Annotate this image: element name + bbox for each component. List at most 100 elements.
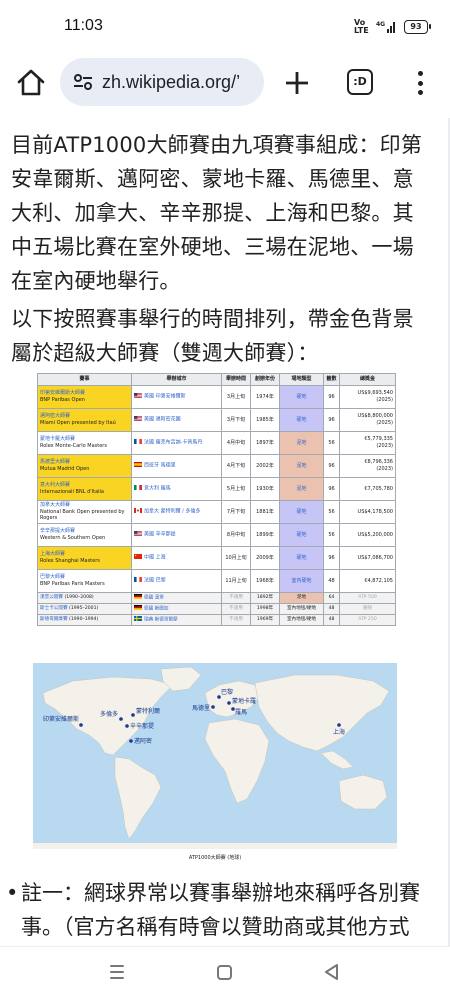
map-label[interactable]: 辛辛那提 (130, 722, 154, 730)
surface-cell[interactable]: 硬地 (279, 385, 324, 409)
surface-cell[interactable]: 硬地 (279, 523, 324, 547)
year-cell: 1969年 (250, 614, 280, 627)
surface-cell[interactable]: 泥地 (279, 431, 324, 455)
event-link[interactable]: 意大利大師賽 (40, 482, 129, 489)
prize-value: €4,872,105 (364, 577, 393, 584)
year-cell: 1985年 (250, 408, 280, 432)
surface-cell[interactable]: 硬地 (279, 500, 324, 524)
address-bar[interactable]: zh.wikipedia.org/’ (60, 58, 264, 106)
city-name: 美國 邁阿密花園 (144, 416, 181, 423)
event-link[interactable]: 辛辛那提大師賽 (40, 528, 129, 535)
recent-apps-icon[interactable] (110, 965, 124, 979)
header-city[interactable]: 舉辦城市 (131, 373, 222, 386)
header-event[interactable]: 賽事 (37, 373, 132, 386)
prize-cell: US$5,200,000 (339, 523, 396, 547)
prize-value: €7,705,780 (364, 485, 393, 492)
event-link[interactable]: 邁阿密大師賽 (40, 413, 129, 420)
table-row: 上海大師賽 Rolex Shanghai Masters 中國 上海 10月上旬 200… (37, 546, 396, 570)
city-cell[interactable]: 德國 漢堡 (131, 591, 222, 605)
header-month[interactable]: 舉辦時間 (221, 373, 251, 386)
city-cell[interactable]: 中國 上海 (131, 546, 222, 570)
surface-cell[interactable]: 硬地 (279, 546, 324, 570)
map-label[interactable]: 蒙特利爾 (136, 707, 160, 715)
article-paragraph: 以下按照賽事舉行的時間排列，帶金色背景屬於超級大師賽（雙週大師賽）： (11, 307, 414, 365)
surface-cell[interactable]: 泥地 (279, 477, 324, 501)
header-year[interactable]: 創辦年份 (250, 373, 280, 386)
flag-de-icon (134, 594, 142, 599)
month-cell: 10月上旬 (221, 546, 251, 570)
surface-cell[interactable]: 硬地 (279, 408, 324, 432)
more-menu-icon[interactable] (410, 68, 430, 98)
city-cell[interactable]: 西班牙 馬德里 (131, 454, 222, 478)
event-cell: 漢堡公開賽 (1990–2008) (37, 591, 132, 605)
surface-cell[interactable]: 泥地 (279, 454, 324, 478)
header-prize[interactable]: 總獎金 (339, 373, 396, 386)
map-label[interactable]: 多倫多 (100, 710, 118, 718)
event-link[interactable]: 蒙地卡羅大師賽 (40, 436, 129, 443)
city-name: 美國 印第安維爾斯 (144, 393, 186, 400)
back-icon[interactable] (323, 963, 341, 981)
tab-switcher-button[interactable]: :D (347, 69, 373, 95)
site-settings-icon[interactable] (72, 71, 94, 93)
header-surface[interactable]: 場地類型 (279, 373, 324, 386)
prize-value: US$7,086,700 (357, 554, 393, 561)
sponsor-name: Internazionali BNL d'Italia (40, 489, 104, 495)
draw-cell: 56 (323, 500, 340, 524)
map-label[interactable]: 上海 (333, 728, 345, 736)
table-row-former: 斯士卡公開賽 (1995–2001) 德國 斯圖加 不適用 1998年 室內地毯/硬地 4… (37, 603, 396, 616)
sponsor-name: BNP Paribas Open (40, 397, 85, 403)
event-link[interactable]: 漢堡公開賽 (40, 595, 63, 600)
city-cell[interactable]: 意大利 羅馬 (131, 477, 222, 501)
city-cell[interactable]: 法國 羅克布呂訥-卡普馬丹 (131, 431, 222, 455)
city-cell[interactable]: 美國 辛辛那提 (131, 523, 222, 547)
city-cell[interactable]: 美國 邁阿密花園 (131, 408, 222, 432)
map-label[interactable]: 羅馬 (235, 709, 247, 716)
surface-cell: 泥地 (279, 591, 324, 605)
event-years: (1990–2008) (64, 594, 94, 600)
table-row: 巴黎大師賽 BNP Paribas Paris Masters 法國 巴黎 11月上旬… (37, 569, 396, 593)
city-cell[interactable]: 美國 印第安維爾斯 (131, 385, 222, 409)
city-cell[interactable]: 德國 斯圖加 (131, 603, 222, 616)
city-cell[interactable]: 法國 巴黎 (131, 569, 222, 593)
map-label[interactable]: 印第安維爾斯 (43, 715, 79, 723)
prize-year: (2023) (376, 443, 393, 449)
draw-cell: 48 (323, 603, 340, 616)
flag-ca-icon (134, 508, 142, 514)
prize-cell: US$7,086,700 (339, 546, 396, 570)
draw-cell: 96 (323, 408, 340, 432)
city-cell[interactable]: 加拿大 蒙特利爾 / 多倫多 (131, 500, 222, 524)
event-link[interactable]: 斯德哥爾摩賽 (40, 617, 68, 622)
map-marker (129, 739, 133, 743)
surface-cell[interactable]: 室內硬地 (279, 569, 324, 593)
event-link[interactable]: 馬德里大師賽 (40, 459, 129, 466)
browser-toolbar: zh.wikipedia.org/’ :D (0, 56, 450, 112)
home-nav-icon[interactable] (217, 965, 232, 980)
map-label[interactable]: 蒙地卡羅 (232, 697, 256, 705)
city-cell[interactable]: 瑞典 斯德哥爾摩 (131, 614, 222, 627)
home-icon[interactable] (14, 66, 48, 100)
map-marker (131, 713, 135, 717)
flag-us-icon (134, 393, 142, 399)
map-label[interactable]: 馬德里 (192, 704, 210, 712)
event-link[interactable]: 斯士卡公開賽 (40, 606, 68, 611)
surface-cell: 室內地毯/硬地 (279, 614, 324, 627)
flag-us-icon (134, 416, 142, 422)
month-cell: 8月中旬 (221, 523, 251, 547)
event-link[interactable]: 加拿大大師賽 (40, 502, 129, 509)
month-cell: 3月下旬 (221, 408, 251, 432)
map-marker (79, 723, 83, 727)
map-label[interactable]: 巴黎 (221, 688, 233, 696)
header-draw[interactable]: 籤數 (323, 373, 340, 386)
map-label[interactable]: 邁阿密 (134, 737, 152, 745)
event-link[interactable]: 巴黎大師賽 (40, 574, 129, 581)
prize-year: (2023) (376, 466, 393, 472)
article-content: 目前ATP1000大師賽由九項賽事組成：印第安韋爾斯、邁阿密、蒙地卡羅、馬德里、… (0, 118, 450, 946)
map-marker (125, 724, 129, 728)
event-link[interactable]: 印第安維爾斯大師賽 (40, 390, 129, 397)
event-cell: 邁阿密大師賽 Miami Open presented by Itaú (37, 408, 132, 432)
event-link[interactable]: 上海大師賽 (40, 551, 129, 558)
event-cell: 加拿大大師賽 National Bank Open presented by Ro… (37, 500, 132, 524)
city-name: 法國 巴黎 (144, 577, 166, 584)
event-cell: 斯士卡公開賽 (1995–2001) (37, 603, 132, 616)
new-tab-icon[interactable] (282, 68, 312, 98)
